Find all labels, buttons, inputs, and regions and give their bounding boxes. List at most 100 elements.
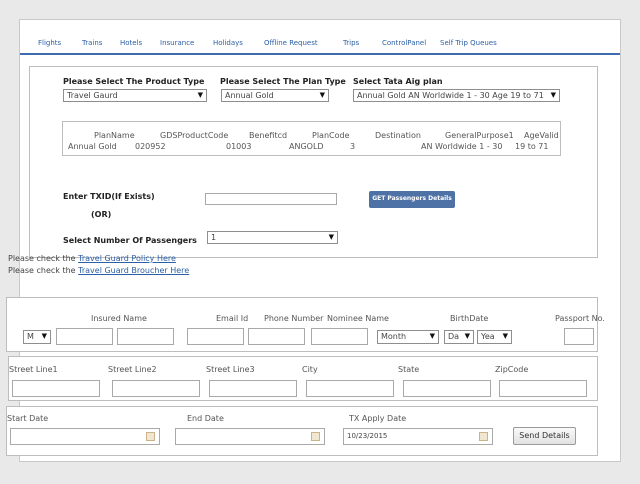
nominee-header: Nominee Name [327, 314, 389, 323]
nav-hotels[interactable]: Hotels [120, 39, 142, 47]
nav-trains[interactable]: Trains [82, 39, 102, 47]
plan-type-value: Annual Gold [225, 91, 274, 100]
nav-self-trip-queues[interactable]: Self Trip Queues [440, 39, 497, 47]
passengers-value: 1 [211, 233, 217, 242]
passengers-select[interactable]: 1 ▼ [207, 231, 338, 244]
tata-plan-value: Annual Gold AN Worldwide 1 - 30 Age 19 t… [357, 91, 544, 100]
broucher-prefix: Please check the [8, 266, 79, 275]
policy-link[interactable]: Travel Guard Policy Here [78, 254, 176, 263]
chevron-down-icon: ▼ [550, 91, 556, 99]
zipcode-input[interactable] [499, 380, 587, 397]
birth-year-select[interactable]: Yea ▼ [477, 330, 512, 344]
plan-type-select[interactable]: Annual Gold ▼ [221, 89, 329, 102]
nav-holidays[interactable]: Holidays [213, 39, 243, 47]
chevron-down-icon: ▼ [502, 332, 508, 340]
policy-line: Please check the Travel Guard Policy Her… [8, 254, 176, 263]
last-name-input[interactable] [117, 328, 174, 345]
txid-label: Enter TXID(If Exists) [63, 192, 155, 201]
nav-flights[interactable]: Flights [38, 39, 61, 47]
tata-plan-label: Select Tata Aig plan [353, 77, 443, 86]
tx-apply-date-input[interactable]: 10/23/2015 [343, 428, 493, 445]
zipcode-header: ZipCode [495, 365, 529, 374]
product-type-label: Please Select The Product Type [63, 77, 205, 86]
end-date-input[interactable] [175, 428, 325, 445]
product-section: Please Select The Product Type Travel Ga… [29, 66, 598, 258]
chevron-down-icon: ▼ [197, 91, 203, 99]
cell-benefitcd: 01003 [226, 142, 252, 151]
insured-section: Insured Name Email Id Phone Number Nomin… [6, 297, 605, 352]
birth-year-value: Yea [481, 332, 495, 341]
street1-input[interactable] [12, 380, 100, 397]
nominee-input[interactable] [311, 328, 368, 345]
send-details-button[interactable]: Send Details [513, 427, 576, 445]
col-planname: PlanName [94, 131, 135, 140]
get-passengers-button[interactable]: GET Passengers Details [369, 191, 455, 208]
col-gdsproductcode: GDSProductCode [160, 131, 229, 140]
end-date-label: End Date [187, 414, 224, 423]
tx-apply-date-value: 10/23/2015 [347, 432, 388, 440]
nav-controlpanel[interactable]: ControlPanel [382, 39, 426, 47]
insured-name-header: Insured Name [91, 314, 147, 323]
cell-plancode: ANGOLD [289, 142, 324, 151]
chevron-down-icon: ▼ [41, 332, 47, 340]
street3-header: Street Line3 [206, 365, 255, 374]
cell-agevalid: 19 to 71 [515, 142, 549, 151]
address-section: Street Line1 Street Line2 Street Line3 C… [8, 356, 598, 401]
street3-input[interactable] [209, 380, 297, 397]
start-date-input[interactable] [10, 428, 160, 445]
tata-plan-select[interactable]: Annual Gold AN Worldwide 1 - 30 Age 19 t… [353, 89, 560, 102]
nav-trips[interactable]: Trips [343, 39, 359, 47]
phone-input[interactable] [248, 328, 305, 345]
city-header: City [302, 365, 318, 374]
cell-planname: Annual Gold [68, 142, 117, 151]
passengers-label: Select Number Of Passengers [63, 236, 197, 245]
title-value: M [27, 332, 34, 341]
phone-header: Phone Number [264, 314, 324, 323]
calendar-icon[interactable] [311, 432, 320, 441]
chevron-down-icon: ▼ [464, 332, 470, 340]
calendar-icon[interactable] [146, 432, 155, 441]
title-select[interactable]: M ▼ [23, 330, 51, 344]
broucher-link[interactable]: Travel Guard Broucher Here [78, 266, 189, 275]
state-input[interactable] [403, 380, 491, 397]
start-date-label: Start Date [7, 414, 49, 423]
cell-destination: 3 [350, 142, 356, 151]
txid-input[interactable] [205, 193, 337, 205]
birth-month-select[interactable]: Month ▼ [377, 330, 439, 344]
birthdate-header: BirthDate [450, 314, 489, 323]
passport-input[interactable] [564, 328, 594, 345]
col-generalpurpose1: GeneralPurpose1 [445, 131, 514, 140]
nav-insurance[interactable]: Insurance [160, 39, 194, 47]
plan-type-label: Please Select The Plan Type [220, 77, 346, 86]
state-header: State [398, 365, 420, 374]
email-header: Email Id [216, 314, 249, 323]
street2-header: Street Line2 [108, 365, 157, 374]
birth-day-select[interactable]: Da ▼ [444, 330, 474, 344]
city-input[interactable] [306, 380, 394, 397]
col-plancode: PlanCode [312, 131, 350, 140]
col-benefitcd: Benefitcd [249, 131, 288, 140]
chevron-down-icon: ▼ [319, 91, 325, 99]
first-name-input[interactable] [56, 328, 113, 345]
top-nav: Flights Trains Hotels Insurance Holidays… [20, 20, 620, 55]
nav-offline-request[interactable]: Offline Request [264, 39, 318, 47]
col-agevalid: AgeValid [524, 131, 559, 140]
product-type-select[interactable]: Travel Gaurd ▼ [63, 89, 207, 102]
col-destination: Destination [375, 131, 421, 140]
plan-table: PlanName GDSProductCode Benefitcd PlanCo… [62, 121, 561, 156]
tx-apply-date-label: TX Apply Date [349, 414, 407, 423]
cell-generalpurpose1: AN Worldwide 1 - 30 [421, 142, 503, 151]
app-frame: Flights Trains Hotels Insurance Holidays… [6, 19, 621, 462]
chevron-down-icon: ▼ [328, 233, 334, 241]
cell-gdsproductcode: 020952 [135, 142, 166, 151]
calendar-icon[interactable] [479, 432, 488, 441]
dates-section: Start Date End Date TX Apply Date 10/23/… [6, 406, 598, 456]
birth-month-value: Month [381, 332, 407, 341]
passport-header: Passport No. [555, 314, 605, 323]
or-label: (OR) [91, 210, 112, 219]
chevron-down-icon: ▼ [429, 332, 435, 340]
email-input[interactable] [187, 328, 244, 345]
product-type-value: Travel Gaurd [67, 91, 118, 100]
broucher-line: Please check the Travel Guard Broucher H… [8, 266, 189, 275]
street2-input[interactable] [112, 380, 200, 397]
